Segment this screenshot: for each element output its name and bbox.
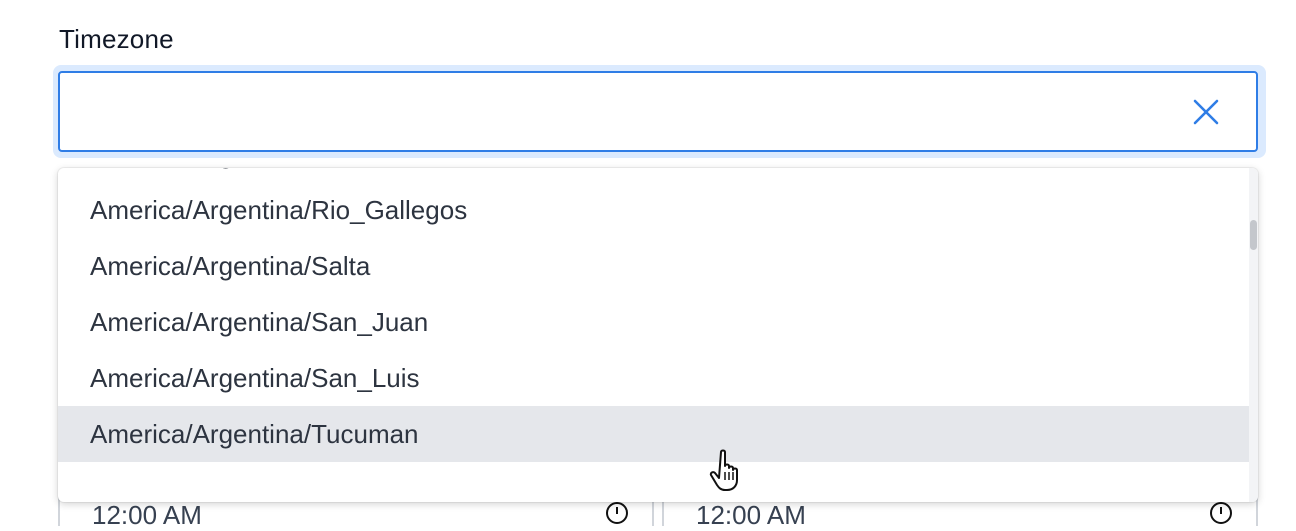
list-item[interactable]: America/Argentina/Rio_Gallegos <box>58 182 1250 238</box>
timezone-label: Timezone <box>59 24 174 54</box>
hand-cursor-icon <box>709 449 738 491</box>
timezone-select[interactable] <box>58 71 1258 152</box>
close-icon[interactable] <box>1192 98 1220 126</box>
list-item[interactable]: America/Argentina/Tucuman <box>58 406 1250 462</box>
timezone-option-list: America/Argentina/Mendoza America/Argent… <box>58 168 1250 462</box>
list-item[interactable]: America/Argentina/San_Juan <box>58 294 1250 350</box>
list-item[interactable]: America/Argentina/San_Luis <box>58 350 1250 406</box>
timezone-search-input[interactable] <box>60 73 1200 150</box>
clock-icon <box>1210 502 1232 524</box>
clock-icon <box>606 502 628 524</box>
list-item[interactable]: America/Argentina/Mendoza <box>58 168 1250 182</box>
timezone-dropdown: America/Argentina/Mendoza America/Argent… <box>58 168 1258 502</box>
scrollbar-thumb[interactable] <box>1250 220 1257 250</box>
scrollbar[interactable] <box>1249 168 1258 502</box>
list-item[interactable]: America/Argentina/Salta <box>58 238 1250 294</box>
